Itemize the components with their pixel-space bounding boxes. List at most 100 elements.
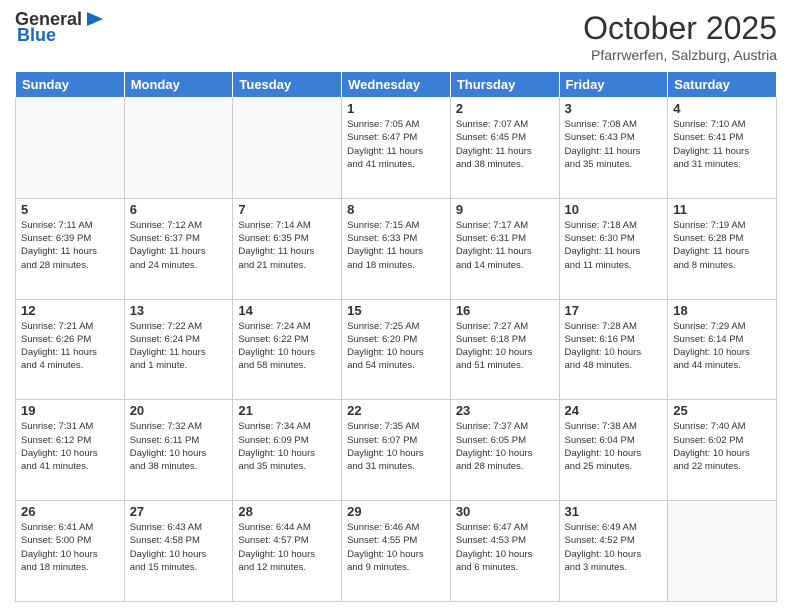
day-cell: 15 Sunrise: 7:25 AM Sunset: 6:20 PM Dayli…	[342, 299, 451, 400]
day-info: Sunrise: 7:08 AM Sunset: 6:43 PM Dayligh…	[565, 118, 663, 171]
day-number: 23	[456, 403, 554, 418]
day-cell	[233, 98, 342, 199]
weekday-tuesday: Tuesday	[233, 72, 342, 98]
day-cell: 8 Sunrise: 7:15 AM Sunset: 6:33 PM Daylig…	[342, 198, 451, 299]
day-cell	[16, 98, 125, 199]
day-cell: 17 Sunrise: 7:28 AM Sunset: 6:16 PM Dayli…	[559, 299, 668, 400]
week-row-5: 26 Sunrise: 6:41 AM Sunset: 5:00 PM Dayli…	[16, 501, 777, 602]
logo: General Blue	[15, 10, 103, 44]
day-number: 24	[565, 403, 663, 418]
day-number: 7	[238, 202, 336, 217]
day-number: 29	[347, 504, 445, 519]
day-info: Sunrise: 6:41 AM Sunset: 5:00 PM Dayligh…	[21, 521, 119, 574]
day-cell: 7 Sunrise: 7:14 AM Sunset: 6:35 PM Daylig…	[233, 198, 342, 299]
day-info: Sunrise: 7:18 AM Sunset: 6:30 PM Dayligh…	[565, 219, 663, 272]
day-cell: 11Sunrise: 7:19 AM Sunset: 6:28 PM Dayli…	[668, 198, 777, 299]
day-cell: 4 Sunrise: 7:10 AM Sunset: 6:41 PM Daylig…	[668, 98, 777, 199]
day-info: Sunrise: 7:21 AM Sunset: 6:26 PM Dayligh…	[21, 320, 119, 373]
day-info: Sunrise: 7:11 AM Sunset: 6:39 PM Dayligh…	[21, 219, 119, 272]
day-number: 2	[456, 101, 554, 116]
day-info: Sunrise: 6:47 AM Sunset: 4:53 PM Dayligh…	[456, 521, 554, 574]
day-info: Sunrise: 7:29 AM Sunset: 6:14 PM Dayligh…	[673, 320, 771, 373]
day-info: Sunrise: 7:31 AM Sunset: 6:12 PM Dayligh…	[21, 420, 119, 473]
day-number: 14	[238, 303, 336, 318]
day-cell: 6 Sunrise: 7:12 AM Sunset: 6:37 PM Daylig…	[124, 198, 233, 299]
day-info: Sunrise: 7:38 AM Sunset: 6:04 PM Dayligh…	[565, 420, 663, 473]
day-cell: 20Sunrise: 7:32 AM Sunset: 6:11 PM Dayli…	[124, 400, 233, 501]
day-number: 8	[347, 202, 445, 217]
day-number: 5	[21, 202, 119, 217]
day-cell: 26 Sunrise: 6:41 AM Sunset: 5:00 PM Dayli…	[16, 501, 125, 602]
logo-blue-text: Blue	[17, 26, 56, 44]
day-number: 22	[347, 403, 445, 418]
day-info: Sunrise: 6:43 AM Sunset: 4:58 PM Dayligh…	[130, 521, 228, 574]
weekday-monday: Monday	[124, 72, 233, 98]
day-number: 9	[456, 202, 554, 217]
day-cell: 18 Sunrise: 7:29 AM Sunset: 6:14 PM Dayli…	[668, 299, 777, 400]
day-number: 12	[21, 303, 119, 318]
day-info: Sunrise: 7:27 AM Sunset: 6:18 PM Dayligh…	[456, 320, 554, 373]
day-info: Sunrise: 7:05 AM Sunset: 6:47 PM Dayligh…	[347, 118, 445, 171]
day-info: Sunrise: 7:37 AM Sunset: 6:05 PM Dayligh…	[456, 420, 554, 473]
month-title: October 2025	[583, 10, 777, 47]
day-info: Sunrise: 7:35 AM Sunset: 6:07 PM Dayligh…	[347, 420, 445, 473]
day-cell: 27 Sunrise: 6:43 AM Sunset: 4:58 PM Dayli…	[124, 501, 233, 602]
day-info: Sunrise: 6:49 AM Sunset: 4:52 PM Dayligh…	[565, 521, 663, 574]
day-info: Sunrise: 7:24 AM Sunset: 6:22 PM Dayligh…	[238, 320, 336, 373]
day-number: 27	[130, 504, 228, 519]
calendar-table: SundayMondayTuesdayWednesdayThursdayFrid…	[15, 71, 777, 602]
day-number: 17	[565, 303, 663, 318]
day-info: Sunrise: 7:22 AM Sunset: 6:24 PM Dayligh…	[130, 320, 228, 373]
day-info: Sunrise: 7:17 AM Sunset: 6:31 PM Dayligh…	[456, 219, 554, 272]
week-row-3: 12 Sunrise: 7:21 AM Sunset: 6:26 PM Dayli…	[16, 299, 777, 400]
weekday-sunday: Sunday	[16, 72, 125, 98]
day-info: Sunrise: 6:44 AM Sunset: 4:57 PM Dayligh…	[238, 521, 336, 574]
day-number: 13	[130, 303, 228, 318]
day-info: Sunrise: 7:07 AM Sunset: 6:45 PM Dayligh…	[456, 118, 554, 171]
day-cell: 12 Sunrise: 7:21 AM Sunset: 6:26 PM Dayli…	[16, 299, 125, 400]
day-cell: 29 Sunrise: 6:46 AM Sunset: 4:55 PM Dayli…	[342, 501, 451, 602]
day-number: 31	[565, 504, 663, 519]
day-number: 6	[130, 202, 228, 217]
day-number: 15	[347, 303, 445, 318]
day-number: 19	[21, 403, 119, 418]
day-cell: 23 Sunrise: 7:37 AM Sunset: 6:05 PM Dayli…	[450, 400, 559, 501]
day-cell: 21 Sunrise: 7:34 AM Sunset: 6:09 PM Dayli…	[233, 400, 342, 501]
day-number: 16	[456, 303, 554, 318]
day-info: Sunrise: 7:19 AM Sunset: 6:28 PM Dayligh…	[673, 219, 771, 272]
day-info: Sunrise: 6:46 AM Sunset: 4:55 PM Dayligh…	[347, 521, 445, 574]
weekday-friday: Friday	[559, 72, 668, 98]
day-cell: 28 Sunrise: 6:44 AM Sunset: 4:57 PM Dayli…	[233, 501, 342, 602]
day-cell	[124, 98, 233, 199]
weekday-thursday: Thursday	[450, 72, 559, 98]
day-cell: 30 Sunrise: 6:47 AM Sunset: 4:53 PM Dayli…	[450, 501, 559, 602]
day-cell	[668, 501, 777, 602]
week-row-1: 1Sunrise: 7:05 AM Sunset: 6:47 PM Daylig…	[16, 98, 777, 199]
day-number: 26	[21, 504, 119, 519]
day-number: 4	[673, 101, 771, 116]
day-cell: 13 Sunrise: 7:22 AM Sunset: 6:24 PM Dayli…	[124, 299, 233, 400]
page: General Blue October 2025 Pfarrwerfen, S…	[0, 0, 792, 612]
day-cell: 5 Sunrise: 7:11 AM Sunset: 6:39 PM Daylig…	[16, 198, 125, 299]
day-info: Sunrise: 7:28 AM Sunset: 6:16 PM Dayligh…	[565, 320, 663, 373]
day-info: Sunrise: 7:34 AM Sunset: 6:09 PM Dayligh…	[238, 420, 336, 473]
day-info: Sunrise: 7:15 AM Sunset: 6:33 PM Dayligh…	[347, 219, 445, 272]
day-cell: 31 Sunrise: 6:49 AM Sunset: 4:52 PM Dayli…	[559, 501, 668, 602]
day-cell: 10Sunrise: 7:18 AM Sunset: 6:30 PM Dayli…	[559, 198, 668, 299]
day-info: Sunrise: 7:32 AM Sunset: 6:11 PM Dayligh…	[130, 420, 228, 473]
weekday-header-row: SundayMondayTuesdayWednesdayThursdayFrid…	[16, 72, 777, 98]
day-number: 21	[238, 403, 336, 418]
day-number: 30	[456, 504, 554, 519]
day-cell: 9 Sunrise: 7:17 AM Sunset: 6:31 PM Daylig…	[450, 198, 559, 299]
day-number: 18	[673, 303, 771, 318]
day-info: Sunrise: 7:14 AM Sunset: 6:35 PM Dayligh…	[238, 219, 336, 272]
header: General Blue October 2025 Pfarrwerfen, S…	[15, 10, 777, 63]
day-cell: 16 Sunrise: 7:27 AM Sunset: 6:18 PM Dayli…	[450, 299, 559, 400]
subtitle: Pfarrwerfen, Salzburg, Austria	[583, 47, 777, 63]
day-info: Sunrise: 7:10 AM Sunset: 6:41 PM Dayligh…	[673, 118, 771, 171]
day-cell: 14 Sunrise: 7:24 AM Sunset: 6:22 PM Dayli…	[233, 299, 342, 400]
day-number: 28	[238, 504, 336, 519]
day-info: Sunrise: 7:12 AM Sunset: 6:37 PM Dayligh…	[130, 219, 228, 272]
week-row-2: 5 Sunrise: 7:11 AM Sunset: 6:39 PM Daylig…	[16, 198, 777, 299]
day-info: Sunrise: 7:25 AM Sunset: 6:20 PM Dayligh…	[347, 320, 445, 373]
